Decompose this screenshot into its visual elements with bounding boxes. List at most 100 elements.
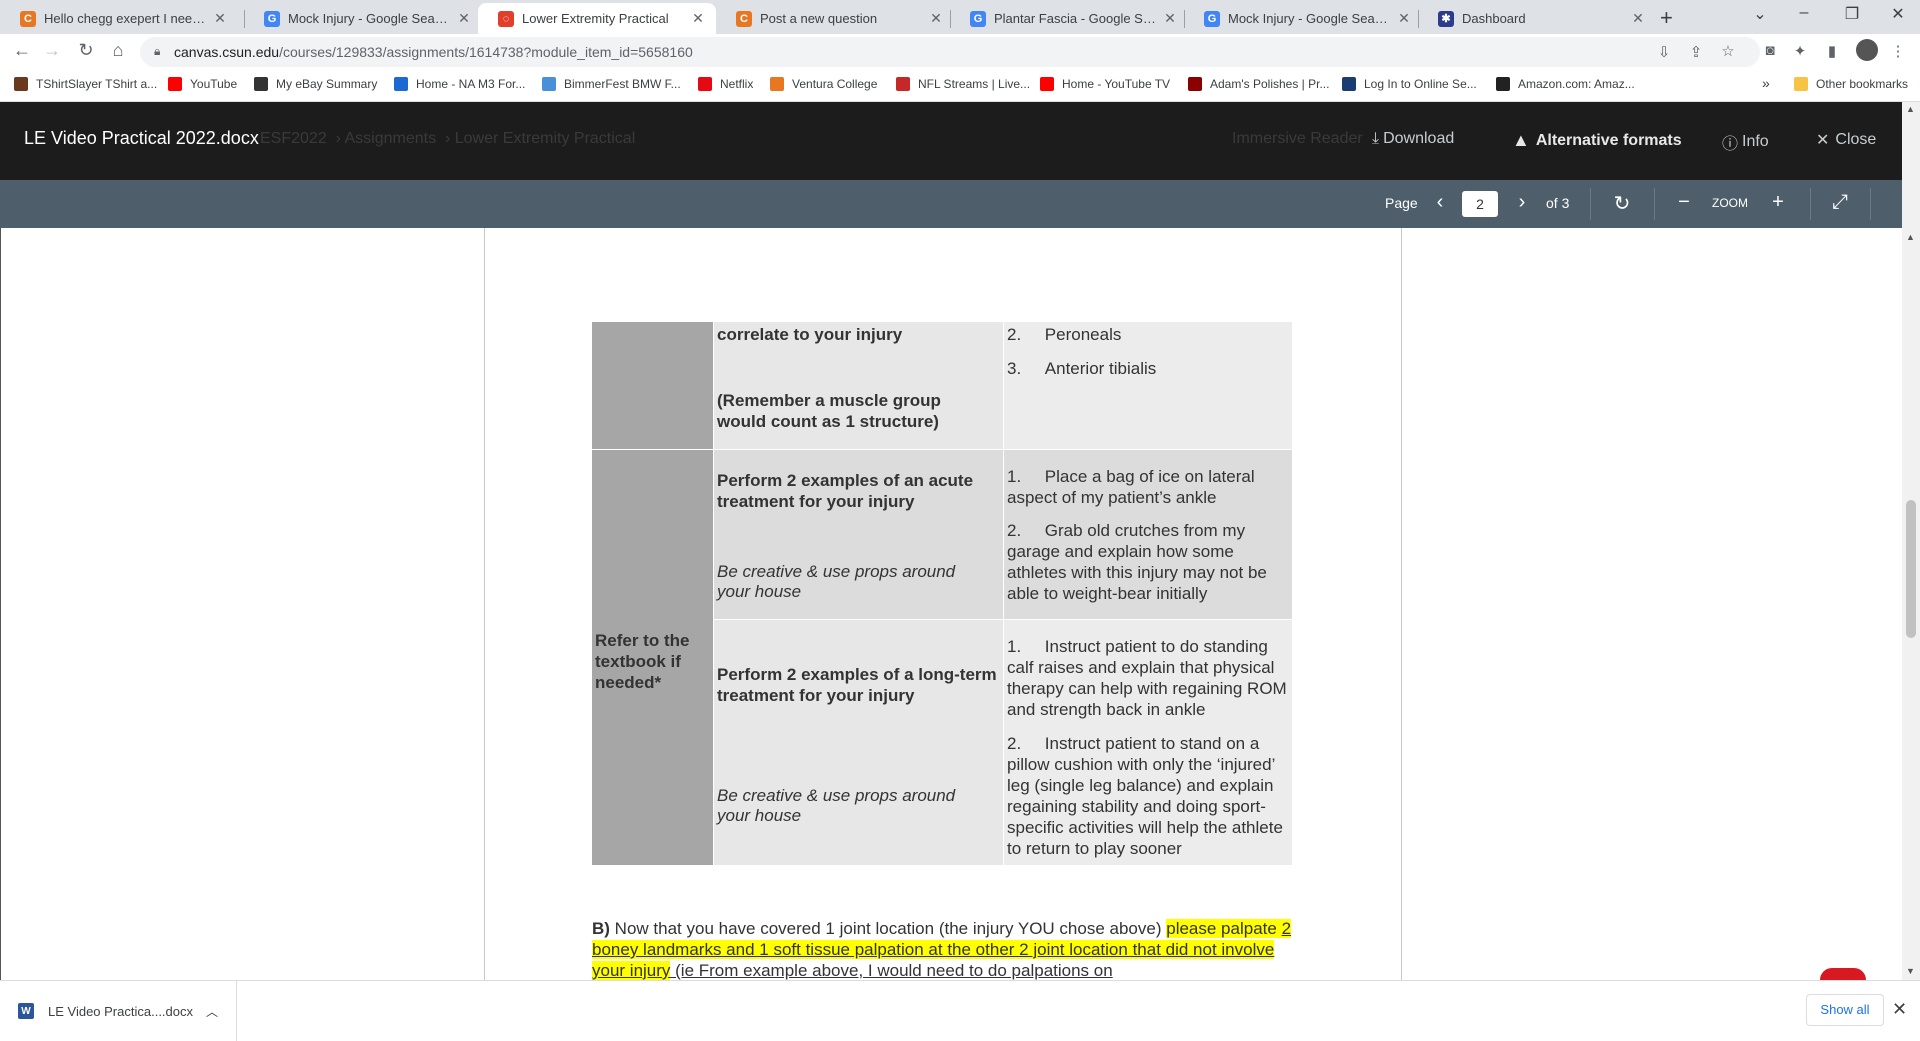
bookmark-label: TShirtSlayer TShirt a... — [36, 77, 158, 91]
bookmark-item[interactable]: Home - NA M3 For... — [394, 77, 525, 91]
highlighted-text: please palpate — [1166, 919, 1282, 938]
browser-tab[interactable]: G Mock Injury - Google Search ✕ — [244, 3, 482, 34]
close-downloads-icon[interactable]: ✕ — [1892, 999, 1907, 1020]
browser-tab[interactable]: ◌ Lower Extremity Practical ✕ — [478, 3, 716, 34]
show-all-button[interactable]: Show all — [1806, 994, 1884, 1026]
bookmark-item[interactable]: My eBay Summary — [254, 77, 377, 91]
download-button[interactable]: ⤓ Download — [1372, 130, 1454, 148]
close-tab-icon[interactable]: ✕ — [1162, 10, 1178, 27]
browser-tab[interactable]: C Hello chegg exepert I need help ✕ — [0, 3, 238, 34]
tab-title: Post a new question — [760, 11, 878, 26]
list-item: 2. Grab old crutches from my garage and … — [1007, 521, 1267, 603]
toolbar-divider — [1590, 188, 1591, 220]
toolbar-divider — [1810, 188, 1811, 220]
next-page-icon[interactable]: › — [1510, 191, 1534, 214]
section-b-label: B) — [592, 919, 610, 938]
fullscreen-icon[interactable]: ⤢ — [1828, 191, 1852, 214]
menu-kebab-icon[interactable]: ⋮ — [1888, 42, 1908, 60]
tab-title: Dashboard — [1462, 11, 1526, 26]
bookmark-item[interactable]: Adam's Polishes | Pr... — [1188, 77, 1329, 91]
puzzle-icon[interactable]: ✦ — [1790, 42, 1810, 60]
bookmark-favicon-icon — [1342, 77, 1356, 91]
bookmark-item[interactable]: NFL Streams | Live... — [896, 77, 1030, 91]
other-bookmarks[interactable]: Other bookmarks — [1794, 77, 1908, 91]
browser-tab[interactable]: G Mock Injury - Google Search ✕ — [1184, 3, 1422, 34]
alternative-formats-button[interactable]: ▲ Alternative formats — [1512, 130, 1682, 151]
sidepanel-icon[interactable]: ▮ — [1822, 42, 1842, 60]
bookmark-item[interactable]: Home - YouTube TV — [1040, 77, 1170, 91]
google-icon: G — [970, 10, 986, 27]
forward-icon[interactable]: → — [40, 40, 64, 61]
inner-scroll-up-icon[interactable]: ▲ — [1906, 232, 1915, 242]
close-label: Close — [1835, 131, 1877, 148]
table-cell: Perform 2 examples of a long-term treatm… — [714, 620, 1003, 865]
home-icon[interactable]: ⌂ — [106, 40, 130, 61]
close-tab-icon[interactable]: ✕ — [690, 10, 706, 27]
reload-icon[interactable]: ↻ — [74, 40, 98, 61]
close-tab-icon[interactable]: ✕ — [456, 10, 472, 27]
avatar[interactable] — [1856, 39, 1878, 61]
bookmarks-bar: TShirtSlayer TShirt a... YouTube My eBay S… — [0, 70, 1920, 102]
bookmark-item[interactable]: Amazon.com: Amaz... — [1496, 77, 1635, 91]
background-immersive-reader: Immersive Reader — [1232, 130, 1363, 147]
bookmark-favicon-icon — [254, 77, 268, 91]
minimize-icon[interactable]: – — [1784, 4, 1824, 22]
bookmark-item[interactable]: TShirtSlayer TShirt a... — [14, 77, 157, 91]
bookmark-item[interactable]: Log In to Online Se... — [1342, 77, 1477, 91]
download-item[interactable]: W LE Video Practica....docx ︿ — [0, 981, 237, 1041]
close-tab-icon[interactable]: ✕ — [1396, 10, 1412, 27]
new-tab-button[interactable]: + — [1660, 5, 1673, 31]
dashboard-icon: ✱ — [1438, 10, 1454, 27]
browser-tab[interactable]: C Post a new question ✕ — [716, 3, 954, 34]
previous-page-icon[interactable]: ‹ — [1428, 191, 1452, 214]
section-b-paragraph: B) Now that you have covered 1 joint loc… — [592, 918, 1292, 980]
more-bookmarks-icon[interactable]: » — [1762, 75, 1770, 91]
list-item: 1. Place a bag of ice on lateral aspect … — [1007, 467, 1255, 507]
browser-toolbar: ← → ↻ ⌂ 🔒︎ canvas.csun.edu/courses/12983… — [0, 34, 1920, 70]
scroll-down-icon[interactable]: ▼ — [1906, 966, 1915, 976]
share-icon[interactable]: ⇪ — [1686, 43, 1706, 61]
page-scrollbar[interactable]: ▲ ▲ ▼ — [1902, 102, 1920, 980]
underlined-text: (ie From example above, I would need to … — [670, 961, 1113, 980]
section-b-text: Now that you have covered 1 joint locati… — [609, 919, 1167, 938]
help-button[interactable] — [1820, 968, 1866, 980]
zoom-out-icon[interactable]: − — [1672, 191, 1696, 214]
restore-icon[interactable]: ❐ — [1832, 4, 1872, 24]
url-text[interactable]: canvas.csun.edu/courses/129833/assignmen… — [174, 44, 693, 60]
browser-tab[interactable]: G Plantar Fascia - Google Search ✕ — [950, 3, 1188, 34]
tab-title: Mock Injury - Google Search — [1228, 11, 1390, 26]
table-cell: 1. Instruct patient to do standing calf … — [1004, 620, 1292, 865]
tab-title: Plantar Fascia - Google Search — [994, 11, 1156, 26]
install-icon[interactable]: ⇩ — [1654, 43, 1674, 61]
bookmark-star-icon[interactable]: ☆ — [1718, 42, 1738, 60]
close-viewer-button[interactable]: ✕ Close — [1816, 130, 1876, 150]
tab-search-icon[interactable]: ⌄ — [1740, 4, 1780, 24]
page-number-input[interactable]: 2 — [1462, 191, 1498, 217]
scrollbar-thumb[interactable] — [1906, 500, 1916, 638]
bookmark-favicon-icon — [168, 77, 182, 91]
close-tab-icon[interactable]: ✕ — [928, 10, 944, 27]
scroll-up-icon[interactable]: ▲ — [1906, 104, 1915, 114]
info-button[interactable]: ⓘ Info — [1722, 130, 1769, 154]
bookmark-item[interactable]: YouTube — [168, 77, 237, 91]
bookmark-item[interactable]: Ventura College — [770, 77, 877, 91]
table-cell: correlate to your injury (Remember a mus… — [714, 322, 1003, 449]
long-term-treatment-heading: Perform 2 examples of a long-term treatm… — [717, 665, 997, 705]
close-window-icon[interactable]: ✕ — [1878, 4, 1918, 24]
extension-icon[interactable]: ◙ — [1760, 42, 1780, 59]
address-bar[interactable]: 🔒︎ canvas.csun.edu/courses/129833/assign… — [140, 37, 1760, 67]
back-icon[interactable]: ← — [10, 40, 34, 61]
browser-tab[interactable]: ✱ Dashboard ✕ — [1418, 3, 1656, 34]
bookmark-favicon-icon — [1496, 77, 1510, 91]
bookmark-item[interactable]: BimmerFest BMW F... — [542, 77, 681, 91]
zoom-in-icon[interactable]: + — [1766, 191, 1790, 214]
bookmark-label: Adam's Polishes | Pr... — [1210, 77, 1330, 91]
bookmark-label: My eBay Summary — [276, 77, 378, 91]
chevron-up-icon[interactable]: ︿ — [206, 1003, 218, 1020]
bookmark-item[interactable]: Netflix — [698, 77, 753, 91]
download-icon: ⤓ — [1372, 130, 1380, 147]
close-tab-icon[interactable]: ✕ — [1630, 10, 1646, 27]
rotate-icon[interactable]: ↻ — [1610, 191, 1634, 216]
bookmark-favicon-icon — [770, 77, 784, 91]
close-tab-icon[interactable]: ✕ — [212, 10, 228, 27]
